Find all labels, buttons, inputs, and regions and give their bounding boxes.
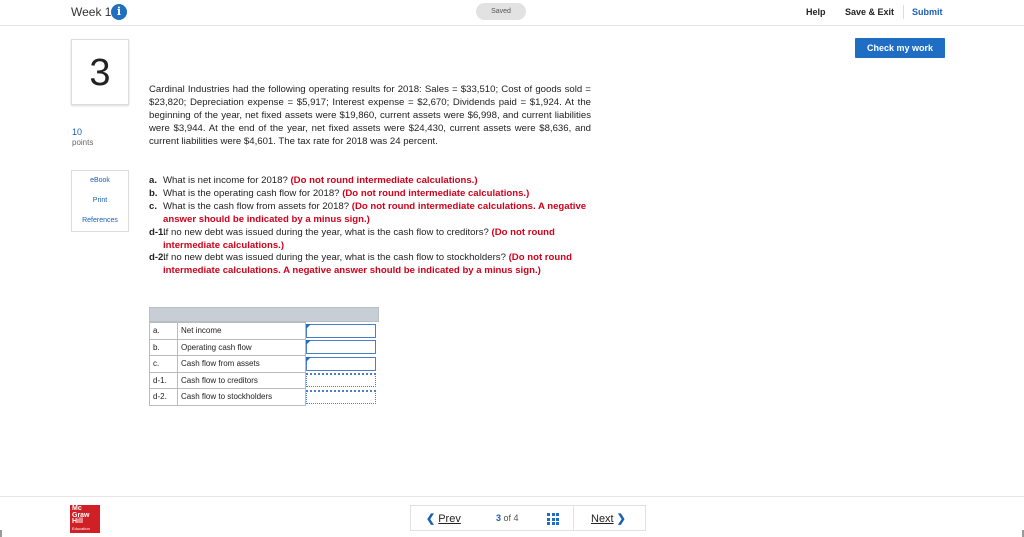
page-indicator: 3 of 4 (496, 513, 519, 523)
week-label: Week 1 (71, 5, 112, 19)
mcgraw-hill-logo: Mc Graw Hill Education (70, 505, 100, 533)
print-link[interactable]: Print (72, 191, 128, 211)
question-number: 3 (71, 39, 129, 105)
cash-flow-to-stockholders-input[interactable] (306, 389, 376, 404)
chevron-right-icon: ❯ (616, 513, 626, 525)
divider (903, 5, 904, 19)
footer-divider (0, 496, 1024, 497)
table-row: b. Operating cash flow (149, 338, 379, 356)
part-d1: d-1. If no new debt was issued during th… (149, 226, 555, 251)
question-text: Cardinal Industries had the following op… (149, 84, 591, 147)
net-income-input[interactable] (306, 323, 376, 338)
cash-flow-to-creditors-input[interactable] (306, 373, 376, 388)
answer-table: a. Net income b. Operating cash flow c. … (149, 322, 379, 406)
submit-link[interactable]: Submit (912, 7, 943, 17)
part-a: a. What is net income for 2018? (Do not … (149, 175, 478, 186)
points-label: points (72, 138, 94, 147)
table-row: c. Cash flow from assets (149, 355, 379, 373)
part-b: b. What is the operating cash flow for 2… (149, 187, 530, 199)
next-button[interactable]: Next ❯ (588, 512, 626, 525)
cash-flow-from-assets-input[interactable] (306, 356, 376, 371)
prev-button[interactable]: ❮ Prev (426, 512, 464, 525)
top-bar: Week 1 i Saved Help Save & Exit Submit (0, 0, 1024, 26)
check-my-work-button[interactable]: Check my work (855, 38, 945, 58)
part-d2: d-2. If no new debt was issued during th… (149, 252, 572, 277)
divider (573, 506, 574, 530)
question-parts: a. What is net income for 2018? (Do not … (149, 175, 591, 278)
references-link[interactable]: References (72, 211, 128, 231)
saved-status: Saved (476, 3, 526, 20)
grid-icon[interactable] (547, 513, 559, 525)
table-row: a. Net income (149, 322, 379, 340)
info-icon[interactable]: i (111, 4, 127, 20)
answer-table-header (149, 307, 379, 322)
window-edge (0, 530, 2, 537)
chevron-left-icon: ❮ (426, 513, 436, 525)
operating-cash-flow-input[interactable] (306, 340, 376, 355)
pagination: ❮ Prev 3 of 4 Next ❯ (410, 505, 646, 531)
part-c: c. What is the cash flow from assets for… (149, 200, 587, 225)
save-exit-link[interactable]: Save & Exit (845, 7, 894, 17)
ebook-link[interactable]: eBook (72, 171, 128, 191)
resource-links: eBook Print References (71, 170, 129, 232)
table-row: d-1. Cash flow to creditors (149, 371, 379, 389)
points-value: 10 (72, 127, 83, 137)
table-row: d-2. Cash flow to stockholders (149, 388, 379, 406)
help-link[interactable]: Help (806, 7, 826, 17)
